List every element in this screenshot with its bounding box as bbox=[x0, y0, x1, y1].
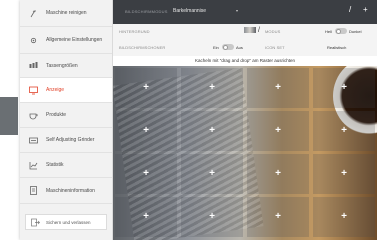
grinder-icon bbox=[29, 136, 38, 145]
sidebar-item-label: Tassengrößen bbox=[46, 62, 78, 69]
mode-right-label: Dunkel bbox=[349, 29, 362, 34]
grid-cell[interactable]: + bbox=[247, 197, 309, 237]
plus-icon: + bbox=[209, 168, 215, 179]
settings-icon bbox=[29, 36, 38, 45]
sidebar-item-label: Allgemeine Einstellungen bbox=[46, 37, 103, 43]
grid-cell[interactable]: + bbox=[115, 154, 177, 194]
sidebar-item-label: Maschineninformation bbox=[46, 187, 95, 194]
sidebar-item-machine-info[interactable]: Maschineninformation bbox=[20, 178, 112, 204]
grid-cell[interactable]: + bbox=[181, 154, 243, 194]
screen-mode-value[interactable]: Barkelmannise bbox=[173, 8, 206, 14]
sidebar-item-grinder[interactable]: Self Adjusting Grinder bbox=[20, 128, 112, 153]
logout-button[interactable]: Sichern und verlassen bbox=[25, 214, 107, 230]
chevron-down-icon[interactable]: ▾ bbox=[236, 8, 238, 13]
settings-panel: HINTERGRUND / MODUS Hell Dunkel BILDSCHI… bbox=[113, 24, 377, 56]
sidebar: Maschine reinigen Allgemeine Einstellunge… bbox=[20, 0, 113, 240]
add-button[interactable]: + bbox=[363, 5, 368, 14]
statistics-icon bbox=[29, 161, 38, 170]
grid-cell[interactable]: + bbox=[247, 68, 309, 108]
plus-icon: + bbox=[275, 211, 281, 222]
grid-cell[interactable]: + bbox=[181, 111, 243, 151]
cup-sizes-icon bbox=[29, 61, 38, 70]
sidebar-item-label: Anzeige bbox=[46, 87, 65, 93]
icon-set-value[interactable]: Realistisch bbox=[327, 45, 346, 50]
plus-icon: + bbox=[209, 125, 215, 136]
display-icon bbox=[29, 86, 38, 95]
grid-cell[interactable]: + bbox=[313, 68, 375, 108]
screensaver-on-label: Ein bbox=[213, 45, 219, 50]
edit-background-icon[interactable]: / bbox=[258, 27, 260, 34]
grid-cell[interactable]: + bbox=[115, 197, 177, 237]
sidebar-item-label: Maschine reinigen bbox=[46, 10, 87, 16]
products-icon bbox=[29, 111, 38, 120]
grid-cell[interactable]: + bbox=[313, 154, 375, 194]
grid-cell[interactable]: + bbox=[313, 197, 375, 237]
sidebar-item-display[interactable]: Anzeige bbox=[20, 78, 112, 103]
plus-icon: + bbox=[341, 168, 347, 179]
plus-icon: + bbox=[341, 125, 347, 136]
drag-drop-hint: Kacheln mit "drag and drop" am Raster au… bbox=[113, 56, 377, 66]
main-panel: BILDSCHIRMMODUS Barkelmannise ▾ / + HINT… bbox=[113, 0, 377, 240]
grid-cell[interactable]: + bbox=[313, 111, 375, 151]
grid-cell[interactable]: + bbox=[115, 111, 177, 151]
machine-info-icon bbox=[29, 186, 38, 195]
sidebar-item-statistics[interactable]: Statistik bbox=[20, 153, 112, 178]
background-thumbnail[interactable] bbox=[244, 27, 256, 33]
background-bar bbox=[0, 97, 18, 135]
sidebar-item-label: Self Adjusting Grinder bbox=[46, 137, 95, 143]
sidebar-item-products[interactable]: Produkte bbox=[20, 103, 112, 128]
app-window: Maschine reinigen Allgemeine Einstellunge… bbox=[20, 0, 377, 240]
mode-left-label: Hell bbox=[325, 29, 332, 34]
plus-icon: + bbox=[143, 168, 149, 179]
plus-icon: + bbox=[143, 125, 149, 136]
plus-icon: + bbox=[275, 82, 281, 93]
top-bar: BILDSCHIRMMODUS Barkelmannise ▾ / + bbox=[113, 0, 377, 24]
plus-icon: + bbox=[209, 211, 215, 222]
sidebar-item-cup-sizes[interactable]: Tassengrößen bbox=[20, 54, 112, 78]
plus-icon: + bbox=[143, 211, 149, 222]
plus-icon: + bbox=[143, 82, 149, 93]
plus-icon: + bbox=[275, 168, 281, 179]
screen-mode-label: BILDSCHIRMMODUS bbox=[125, 9, 168, 14]
sidebar-item-cleaning[interactable]: Maschine reinigen bbox=[20, 0, 112, 27]
logout-label: Sichern und verlassen bbox=[46, 219, 91, 225]
sidebar-item-label: Statistik bbox=[46, 162, 64, 168]
screensaver-label: BILDSCHIRMSCHONER bbox=[119, 45, 166, 50]
grid-cell[interactable]: + bbox=[247, 154, 309, 194]
grid-cell[interactable]: + bbox=[115, 68, 177, 108]
edit-button[interactable]: / bbox=[349, 5, 351, 14]
plus-icon: + bbox=[341, 211, 347, 222]
plus-icon: + bbox=[275, 125, 281, 136]
grid-cell[interactable]: + bbox=[181, 197, 243, 237]
plus-icon: + bbox=[341, 82, 347, 93]
icon-set-label: ICON SET bbox=[265, 45, 285, 50]
sidebar-item-settings[interactable]: Allgemeine Einstellungen bbox=[20, 27, 112, 54]
mode-toggle[interactable] bbox=[335, 28, 347, 34]
screensaver-off-label: Aus bbox=[236, 45, 243, 50]
plus-icon: + bbox=[209, 82, 215, 93]
mode-label: MODUS bbox=[265, 29, 281, 34]
sidebar-item-label: Produkte bbox=[46, 112, 67, 118]
tile-grid: + + + + + + + + + + + + + + + + bbox=[113, 66, 377, 240]
background-label: HINTERGRUND bbox=[119, 29, 150, 34]
cleaning-icon bbox=[29, 9, 38, 18]
grid-cell[interactable]: + bbox=[181, 68, 243, 108]
grid-cell[interactable]: + bbox=[247, 111, 309, 151]
screensaver-toggle[interactable] bbox=[222, 44, 234, 50]
logout-icon bbox=[31, 218, 40, 227]
